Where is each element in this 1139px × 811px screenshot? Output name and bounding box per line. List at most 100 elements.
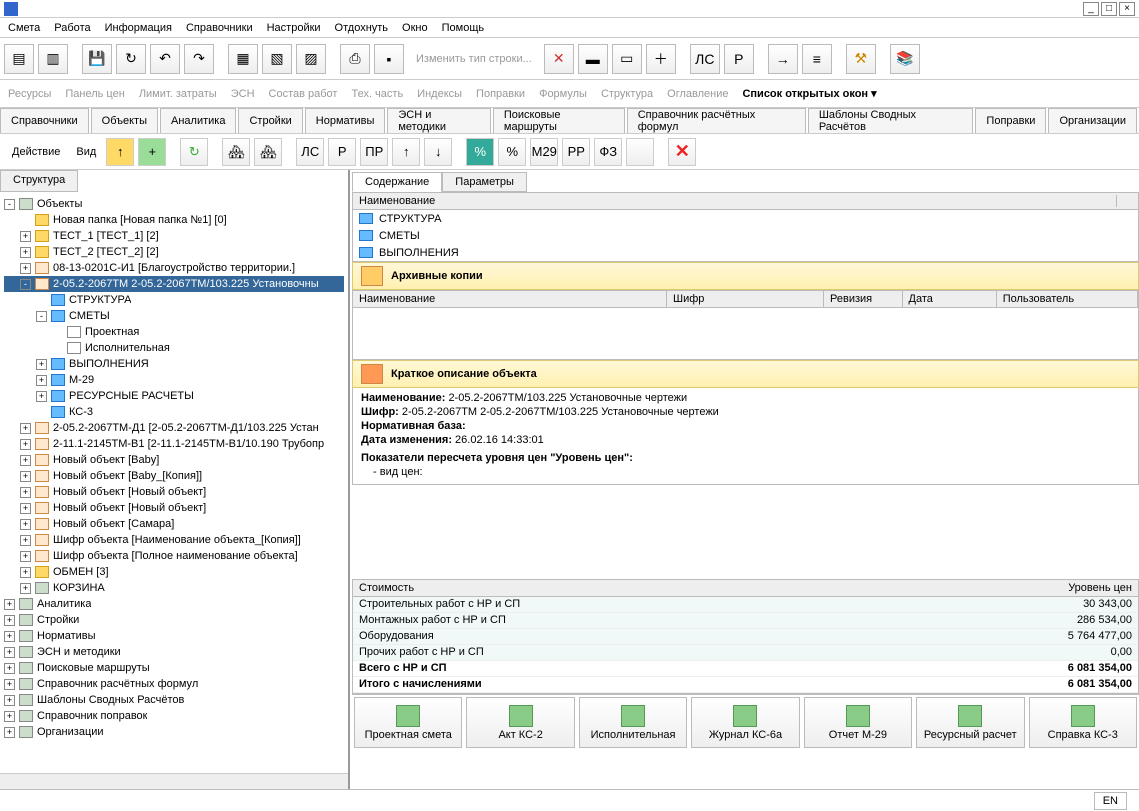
- tree-node[interactable]: +М-29: [4, 372, 344, 388]
- tree-node[interactable]: +Поисковые маршруты: [4, 660, 344, 676]
- expand-toggle[interactable]: +: [20, 439, 31, 450]
- tree-node[interactable]: +Аналитика: [4, 596, 344, 612]
- expand-toggle[interactable]: +: [20, 487, 31, 498]
- save-button[interactable]: 💾: [82, 44, 112, 74]
- tab-Шаблоны Сводных Расчётов[interactable]: Шаблоны Сводных Расчётов: [808, 108, 974, 133]
- open-windows-list[interactable]: Список открытых окон ▾: [742, 87, 876, 100]
- tree-node[interactable]: +ТЕСТ_1 [ТЕСТ_1] [2]: [4, 228, 344, 244]
- tree-node[interactable]: +Справочник расчётных формул: [4, 676, 344, 692]
- archive-col-Дата[interactable]: Дата: [903, 291, 997, 307]
- tree-node[interactable]: +Организации: [4, 724, 344, 740]
- panel-ЭСН[interactable]: ЭСН: [231, 88, 255, 100]
- archive-col-Наименование[interactable]: Наименование: [353, 291, 667, 307]
- expand-toggle[interactable]: +: [20, 583, 31, 594]
- hammer-icon[interactable]: ⚒: [846, 44, 876, 74]
- tree-node[interactable]: +Шифр объекта [Наименование объекта_[Коп…: [4, 532, 344, 548]
- tree-node[interactable]: Проектная: [4, 324, 344, 340]
- panel-Лимит. затраты[interactable]: Лимит. затраты: [139, 88, 217, 100]
- tab-Стройки[interactable]: Стройки: [238, 108, 302, 133]
- tree-node[interactable]: КС-3: [4, 404, 344, 420]
- tree-node[interactable]: +ВЫПОЛНЕНИЯ: [4, 356, 344, 372]
- expand-toggle[interactable]: +: [20, 551, 31, 562]
- menu-Отдохнуть[interactable]: Отдохнуть: [335, 22, 389, 34]
- tb-btn-18[interactable]: →: [768, 44, 798, 74]
- content-row[interactable]: СТРУКТУРА: [353, 210, 1138, 227]
- expand-toggle[interactable]: -: [4, 199, 15, 210]
- tree-node[interactable]: +Новый объект [Новый объект]: [4, 484, 344, 500]
- tree-node[interactable]: +Шифр объекта [Полное наименование объек…: [4, 548, 344, 564]
- change-line-type-label[interactable]: Изменить тип строки...: [408, 53, 540, 65]
- tb-btn-1[interactable]: ▤: [4, 44, 34, 74]
- tree-node[interactable]: +Новый объект [Самара]: [4, 516, 344, 532]
- content-row[interactable]: СМЕТЫ: [353, 227, 1138, 244]
- badge-r-2[interactable]: Р: [328, 138, 356, 166]
- badge-fz[interactable]: ФЗ: [594, 138, 622, 166]
- tree-node[interactable]: Исполнительная: [4, 340, 344, 356]
- doc-button-Акт КС-2[interactable]: Акт КС-2: [466, 697, 574, 748]
- menu-Работа[interactable]: Работа: [54, 22, 90, 34]
- tb-btn-8[interactable]: ▧: [262, 44, 292, 74]
- refresh-button[interactable]: ↻: [116, 44, 146, 74]
- percent-badge-1[interactable]: %: [466, 138, 494, 166]
- tree-node[interactable]: +Стройки: [4, 612, 344, 628]
- tree-node[interactable]: +Новый объект [Новый объект]: [4, 500, 344, 516]
- tab-Поправки[interactable]: Поправки: [975, 108, 1046, 133]
- tab-Аналитика[interactable]: Аналитика: [160, 108, 236, 133]
- archive-col-Пользователь[interactable]: Пользователь: [997, 291, 1138, 307]
- doc-button-Справка КС-3[interactable]: Справка КС-3: [1029, 697, 1137, 748]
- arrow-up-icon[interactable]: ↑: [392, 138, 420, 166]
- expand-toggle[interactable]: +: [4, 727, 15, 738]
- panel-Оглавление[interactable]: Оглавление: [667, 88, 728, 100]
- expand-toggle[interactable]: +: [4, 631, 15, 642]
- print-button[interactable]: ⎙: [340, 44, 370, 74]
- expand-toggle[interactable]: +: [20, 535, 31, 546]
- redo-button[interactable]: ↷: [184, 44, 214, 74]
- panel-Ресурсы[interactable]: Ресурсы: [8, 88, 51, 100]
- houses-icon-2[interactable]: 🏘: [254, 138, 282, 166]
- tree-node[interactable]: +КОРЗИНА: [4, 580, 344, 596]
- tb-btn-13[interactable]: ▬: [578, 44, 608, 74]
- menu-Смета[interactable]: Смета: [8, 22, 40, 34]
- doc-button-Проектная смета[interactable]: Проектная смета: [354, 697, 462, 748]
- tab-content[interactable]: Содержание: [352, 172, 442, 192]
- expand-toggle[interactable]: -: [20, 279, 31, 290]
- tab-ЭСН и методики[interactable]: ЭСН и методики: [387, 108, 491, 133]
- content-row[interactable]: ВЫПОЛНЕНИЯ: [353, 244, 1138, 261]
- expand-toggle[interactable]: +: [4, 679, 15, 690]
- doc-button-Отчет М-29[interactable]: Отчет М-29: [804, 697, 912, 748]
- tree-node[interactable]: +Новый объект [Baby_[Копия]]: [4, 468, 344, 484]
- tree-node[interactable]: +2-11.1-2145ТМ-В1 [2-11.1-2145ТМ-В1/10.1…: [4, 436, 344, 452]
- tree-node[interactable]: +08-13-0201С-И1 [Благоустройство террито…: [4, 260, 344, 276]
- panel-Структура[interactable]: Структура: [601, 88, 653, 100]
- tab-Справочник расчётных формул[interactable]: Справочник расчётных формул: [627, 108, 806, 133]
- tab-Нормативы[interactable]: Нормативы: [305, 108, 386, 133]
- tree-node[interactable]: -Объекты: [4, 196, 344, 212]
- expand-toggle[interactable]: +: [20, 263, 31, 274]
- books-icon[interactable]: 📚: [890, 44, 920, 74]
- panel-Состав работ[interactable]: Состав работ: [269, 88, 338, 100]
- tree-node[interactable]: +РЕСУРСНЫЕ РАСЧЕТЫ: [4, 388, 344, 404]
- maximize-button[interactable]: □: [1101, 2, 1117, 16]
- badge-rr[interactable]: РР: [562, 138, 590, 166]
- tb-btn-2[interactable]: ▥: [38, 44, 68, 74]
- expand-toggle[interactable]: +: [4, 615, 15, 626]
- menu-Настройки[interactable]: Настройки: [267, 22, 321, 34]
- tree-scrollbar[interactable]: [0, 773, 348, 789]
- expand-toggle[interactable]: +: [20, 423, 31, 434]
- delete-icon[interactable]: ✕: [668, 138, 696, 166]
- panel-Панель цен[interactable]: Панель цен: [65, 88, 124, 100]
- expand-toggle[interactable]: +: [4, 695, 15, 706]
- expand-toggle[interactable]: +: [20, 519, 31, 530]
- tree-view[interactable]: -ОбъектыНовая папка [Новая папка №1] [0]…: [0, 192, 348, 773]
- undo-button[interactable]: ↶: [150, 44, 180, 74]
- tree-node[interactable]: -СМЕТЫ: [4, 308, 344, 324]
- tree-node[interactable]: +Новый объект [Baby]: [4, 452, 344, 468]
- expand-toggle[interactable]: +: [36, 375, 47, 386]
- expand-toggle[interactable]: +: [20, 455, 31, 466]
- tree-node[interactable]: +Справочник поправок: [4, 708, 344, 724]
- expand-toggle[interactable]: -: [36, 311, 47, 322]
- tab-params[interactable]: Параметры: [442, 172, 527, 192]
- reload-icon[interactable]: ↻: [180, 138, 208, 166]
- expand-toggle[interactable]: +: [20, 503, 31, 514]
- menu-Информация[interactable]: Информация: [105, 22, 172, 34]
